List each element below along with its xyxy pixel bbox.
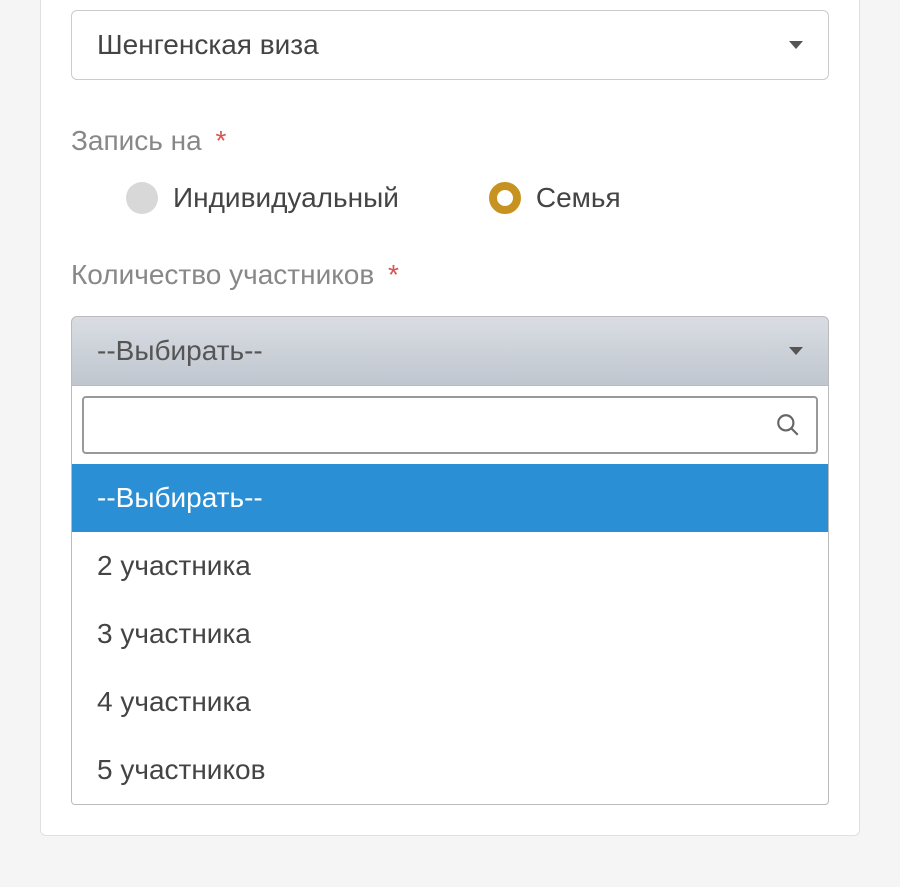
radio-family[interactable]: Семья	[489, 182, 621, 214]
visa-type-value: Шенгенская виза	[97, 29, 319, 61]
option-placeholder[interactable]: --Выбирать--	[72, 464, 828, 532]
booking-for-radio-group: Индивидуальный Семья	[71, 182, 829, 214]
booking-for-label-text: Запись на	[71, 125, 202, 156]
option-3[interactable]: 3 участника	[72, 600, 828, 668]
required-star: *	[388, 259, 399, 290]
visa-form: Шенгенская виза Запись на * Индивидуальн…	[40, 0, 860, 836]
chevron-down-icon	[789, 41, 803, 49]
radio-checked-icon	[489, 182, 521, 214]
search-icon	[775, 412, 801, 438]
radio-individual[interactable]: Индивидуальный	[126, 182, 399, 214]
radio-individual-label: Индивидуальный	[173, 182, 399, 214]
chevron-down-icon	[789, 347, 803, 355]
visa-type-select[interactable]: Шенгенская виза	[71, 10, 829, 80]
radio-family-label: Семья	[536, 182, 621, 214]
participants-options: --Выбирать-- 2 участника 3 участника 4 у…	[72, 464, 828, 804]
required-star: *	[215, 125, 226, 156]
dropdown-search-row	[72, 386, 828, 464]
dropdown-search-wrap	[82, 396, 818, 454]
option-2[interactable]: 2 участника	[72, 532, 828, 600]
participants-select-value: --Выбирать--	[97, 335, 263, 367]
participants-dropdown: --Выбирать-- 2 участника 3 участника 4 у…	[71, 386, 829, 805]
radio-unchecked-icon	[126, 182, 158, 214]
participants-label-text: Количество участников	[71, 259, 374, 290]
participants-select[interactable]: --Выбирать--	[71, 316, 829, 386]
option-5[interactable]: 5 участников	[72, 736, 828, 804]
participants-label: Количество участников *	[71, 259, 829, 291]
dropdown-search-input[interactable]	[99, 398, 775, 452]
option-4[interactable]: 4 участника	[72, 668, 828, 736]
booking-for-label: Запись на *	[71, 125, 829, 157]
